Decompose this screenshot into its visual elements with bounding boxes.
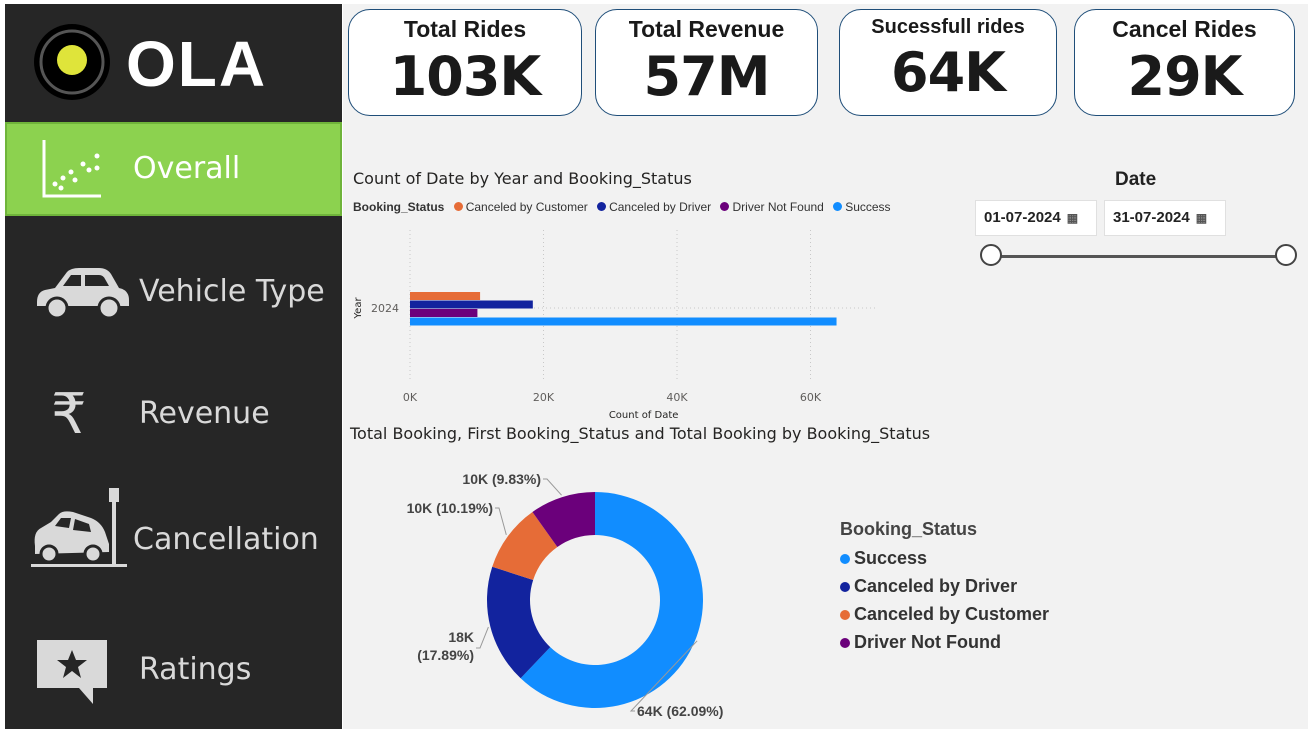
nav-label-cancellation: Cancellation	[133, 522, 319, 557]
legend-item-label: Driver Not Found	[854, 632, 1001, 652]
main-canvas: Total Rides 103K Total Revenue 57M Suces…	[343, 4, 1308, 729]
kpi-title: Cancel Rides	[1112, 16, 1257, 42]
legend-dot	[833, 202, 843, 211]
donut-chart-legend: Booking_Status Success Canceled by Drive…	[840, 519, 1049, 660]
x-tick-label: 60K	[800, 391, 822, 404]
legend-item-label: Canceled by Driver	[854, 576, 1018, 596]
data-label: 18K	[448, 629, 474, 645]
sidebar: OLA Overall Vehicle Type ₹ Revenue Cance…	[5, 4, 342, 729]
nav-label-vehicle-type: Vehicle Type	[139, 274, 325, 309]
kpi-value: 103K	[389, 45, 542, 108]
bar[interactable]	[410, 309, 478, 317]
bar-chart-legend: Booking_Status Canceled by Customer Canc…	[353, 200, 891, 214]
legend-title: Booking_Status	[353, 200, 445, 214]
car-icon	[37, 268, 129, 320]
nav-item-vehicle-type[interactable]: Vehicle Type	[5, 242, 342, 336]
legend-item-label: Canceled by Customer	[854, 604, 1050, 624]
nav-label-overall: Overall	[133, 151, 241, 186]
donut-chart-title: Total Booking, First Booking_Status and …	[350, 424, 931, 443]
date-range-start-handle[interactable]	[980, 244, 1002, 266]
date-end-value: 31-07-2024	[1113, 209, 1190, 226]
date-range-slider-track[interactable]	[991, 255, 1287, 258]
data-label: 10K (10.19%)	[407, 500, 493, 516]
kpi-title: Sucessfull rides	[871, 16, 1025, 38]
legend-dot	[840, 582, 850, 592]
date-slicer-title: Date	[1115, 169, 1157, 190]
legend-item-label: Success	[854, 548, 928, 568]
nav-item-revenue[interactable]: ₹ Revenue	[5, 364, 342, 458]
ola-logo: OLA	[32, 22, 282, 107]
legend-item-canceled-by-driver[interactable]: Canceled by Driver	[840, 576, 1049, 597]
kpi-value: 57M	[643, 45, 771, 108]
leader-line	[495, 507, 507, 536]
legend-item[interactable]: Canceled by Customer	[466, 200, 588, 214]
star-chat-icon	[37, 640, 107, 704]
date-range-end-handle[interactable]	[1275, 244, 1297, 266]
kpi-value: 29K	[1127, 45, 1243, 108]
legend-dot	[840, 610, 850, 620]
bar-chart-title: Count of Date by Year and Booking_Status	[353, 169, 692, 188]
car-crash-icon	[31, 488, 127, 567]
x-tick-label: 0K	[403, 391, 418, 404]
calendar-icon[interactable]: ▦	[1196, 211, 1207, 225]
nav-label-revenue: Revenue	[139, 396, 270, 431]
kpi-title: Total Revenue	[628, 16, 785, 42]
bar[interactable]	[410, 317, 837, 326]
kpi-title: Total Rides	[403, 16, 527, 42]
y-tick-label: 2024	[371, 302, 399, 315]
x-tick-label: 20K	[533, 391, 555, 404]
bar[interactable]	[410, 300, 533, 309]
nav-item-ratings[interactable]: Ratings	[5, 624, 342, 718]
bar-chart: 0K 20K 40K 60K Count of Date Year 2024	[353, 230, 878, 420]
data-label: (17.89%)	[417, 647, 474, 663]
kpi-card-cancel-rides[interactable]: Cancel Rides 29K	[1074, 9, 1295, 116]
leader-line	[476, 626, 489, 649]
y-axis-title: Year	[353, 297, 364, 320]
calendar-icon[interactable]: ▦	[1067, 211, 1078, 225]
date-start-input[interactable]: 01-07-2024 ▦	[975, 200, 1097, 236]
donut-chart: 64K (62.09%) 18K (17.89%) 10K (10.19%) 10K (…	[407, 471, 724, 719]
legend-dot	[840, 638, 850, 648]
leader-line	[543, 478, 562, 496]
legend-title: Booking_Status	[840, 519, 978, 539]
rupee-icon: ₹	[51, 382, 87, 447]
data-label: 64K (62.09%)	[637, 703, 723, 719]
kpi-card-total-rides[interactable]: Total Rides 103K	[348, 9, 582, 116]
nav-item-cancellation[interactable]: Cancellation	[5, 484, 342, 578]
legend-dot	[840, 554, 850, 564]
legend-item[interactable]: Canceled by Driver	[609, 200, 711, 214]
ola-logo-icon	[34, 24, 110, 100]
date-end-input[interactable]: 31-07-2024 ▦	[1104, 200, 1226, 236]
legend-item-driver-not-found[interactable]: Driver Not Found	[840, 632, 1049, 653]
brand-name: OLA	[126, 28, 268, 100]
data-label: 10K (9.83%)	[462, 471, 541, 487]
legend-item[interactable]: Success	[845, 200, 890, 214]
bar[interactable]	[410, 292, 481, 300]
legend-item-success[interactable]: Success	[840, 548, 1049, 569]
legend-dot	[453, 202, 463, 211]
scatter-chart-icon	[42, 140, 101, 198]
kpi-card-total-revenue[interactable]: Total Revenue 57M	[595, 9, 818, 116]
nav-item-overall[interactable]: Overall	[5, 122, 342, 216]
kpi-value: 64K	[891, 41, 1006, 104]
legend-dot	[597, 202, 607, 211]
nav-label-ratings: Ratings	[139, 652, 252, 687]
kpi-card-successful-rides[interactable]: Sucessfull rides 64K	[839, 9, 1057, 116]
legend-item[interactable]: Driver Not Found	[732, 200, 823, 214]
x-tick-label: 40K	[666, 391, 688, 404]
x-axis-title: Count of Date	[609, 410, 679, 420]
legend-item-canceled-by-customer[interactable]: Canceled by Customer	[840, 604, 1049, 625]
date-start-value: 01-07-2024	[984, 209, 1061, 226]
legend-dot	[720, 202, 730, 211]
